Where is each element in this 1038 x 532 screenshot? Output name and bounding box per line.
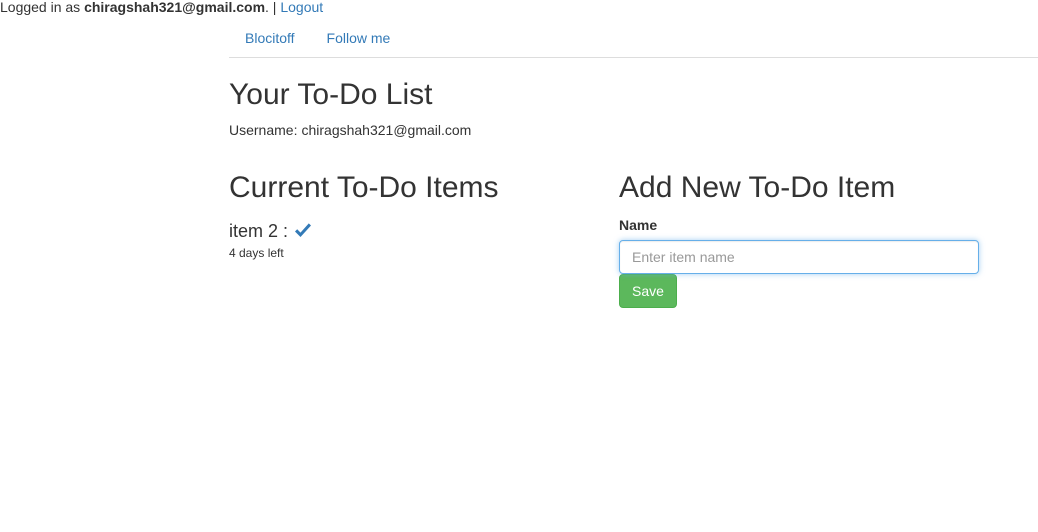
login-separator: . | <box>265 0 281 15</box>
current-items-heading: Current To-Do Items <box>229 171 499 204</box>
save-button[interactable]: Save <box>619 274 677 308</box>
login-prefix: Logged in as <box>0 0 85 15</box>
list-item: item 2 : <box>229 219 599 243</box>
login-status-bar: Logged in as chiragshah321@gmail.com. | … <box>0 0 323 16</box>
username-value: chiragshah321@gmail.com <box>301 122 472 138</box>
username-label: Username: <box>229 122 298 138</box>
checkmark-icon[interactable] <box>293 221 313 241</box>
main-container: Blocitoff Follow me Your To-Do List User… <box>229 20 1038 308</box>
todo-days-left: 4 days left <box>229 246 284 260</box>
top-nav: Blocitoff Follow me <box>229 20 1038 58</box>
item-name-input[interactable] <box>619 240 979 274</box>
page-title: Your To-Do List <box>229 78 433 111</box>
new-item-form: Add New To-Do Item Name Save <box>619 170 979 308</box>
username-line: Username: chiragshah321@gmail.com <box>229 122 471 138</box>
name-field-label: Name <box>619 217 658 233</box>
nav-item-blocitoff[interactable]: Blocitoff <box>229 20 311 57</box>
new-item-heading: Add New To-Do Item <box>619 171 896 204</box>
todo-item-name: item 2 : <box>229 221 289 241</box>
logout-link[interactable]: Logout <box>280 0 323 15</box>
nav-item-follow-me[interactable]: Follow me <box>311 20 407 57</box>
current-items-section: Current To-Do Items item 2 : 4 days left <box>229 170 599 260</box>
logged-in-email: chiragshah321@gmail.com <box>84 0 266 15</box>
